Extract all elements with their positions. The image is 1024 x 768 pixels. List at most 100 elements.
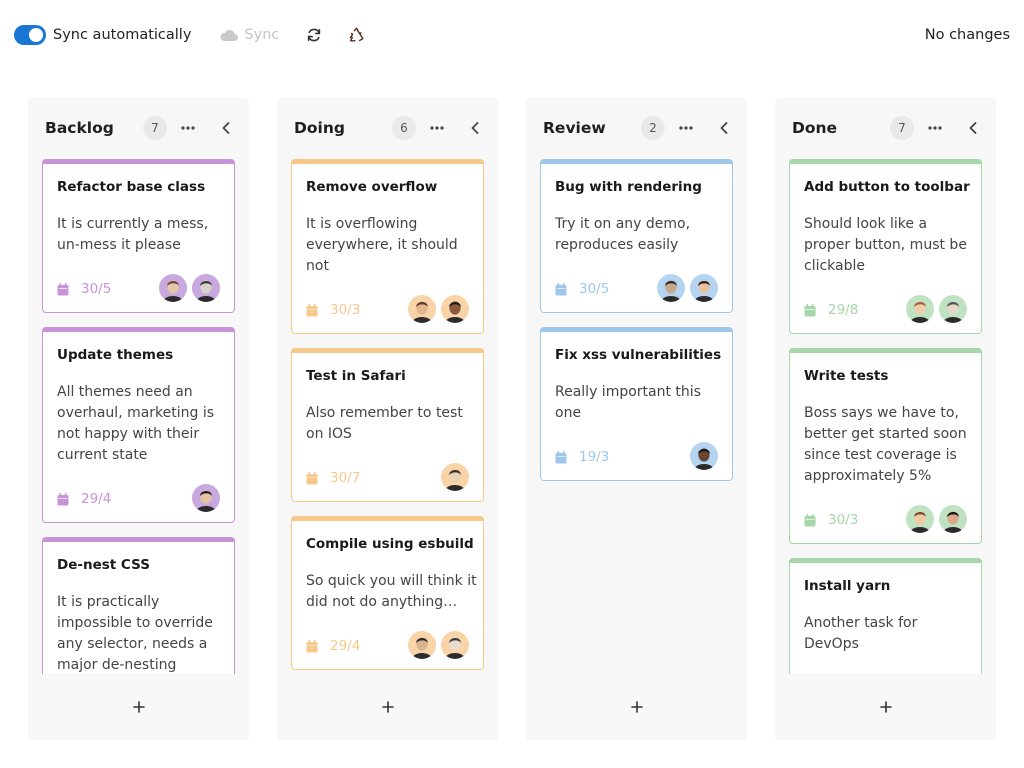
calendar-icon [804, 303, 816, 316]
column-collapse-button[interactable] [715, 119, 733, 137]
ellipsis-icon [181, 126, 195, 130]
calendar-icon [306, 639, 318, 652]
avatar [192, 274, 220, 302]
task-card[interactable]: Test in Safari Also remember to test on I… [291, 348, 484, 502]
toolbar: Sync automatically Sync No changes [14, 20, 1010, 50]
due-date-text: 30/5 [81, 281, 112, 297]
assignee-avatars [403, 295, 469, 323]
column-menu-button[interactable] [926, 119, 944, 137]
calendar-icon [306, 303, 318, 316]
card-due-date: 19/3 [555, 449, 609, 465]
recycle-button[interactable] [345, 24, 367, 46]
due-date-text: 29/4 [81, 491, 112, 507]
avatar [939, 505, 967, 533]
ellipsis-icon [430, 126, 444, 130]
card-title: Write tests [804, 368, 889, 384]
calendar-icon [555, 282, 567, 295]
card-description: So quick you will think it did not do an… [306, 573, 477, 610]
ellipsis-icon [928, 126, 942, 130]
column-collapse-button[interactable] [217, 119, 235, 137]
sync-label: Sync [244, 27, 280, 43]
column-count-badge: 7 [143, 116, 167, 140]
add-card-button[interactable] [28, 698, 249, 716]
card-due-date: 29/8 [804, 302, 858, 318]
task-card[interactable]: Remove overflow It is overflowing everywh… [291, 159, 484, 334]
task-card[interactable]: Compile using esbuild So quick you will t… [291, 516, 484, 670]
column-menu-button[interactable] [179, 119, 197, 137]
column-collapse-button[interactable] [466, 119, 484, 137]
refresh-button[interactable] [303, 24, 325, 46]
column-count-badge: 6 [392, 116, 416, 140]
avatar [441, 295, 469, 323]
task-card[interactable]: Install yarn Another task for DevOps [789, 558, 982, 674]
sync-status: No changes [924, 27, 1010, 43]
assignee-avatars [403, 631, 469, 659]
board-column-0: Backlog 7 Refactor base class It is current… [28, 98, 249, 740]
task-card[interactable]: Update themes All themes need an overhaul… [42, 327, 235, 523]
calendar-icon [57, 282, 69, 295]
calendar-icon [804, 513, 816, 526]
assignee-avatars [652, 274, 718, 302]
card-due-date: 30/7 [306, 470, 360, 486]
due-date-text: 30/3 [330, 302, 361, 318]
card-description: Should look like a proper button, must b… [804, 216, 967, 274]
card-description: It is overflowing everywhere, it should … [306, 216, 458, 274]
assignee-avatars [901, 295, 967, 323]
calendar-icon [57, 492, 69, 505]
chevron-left-icon [969, 122, 977, 134]
due-date-text: 29/8 [828, 302, 859, 318]
auto-sync-toggle[interactable] [14, 25, 46, 45]
avatar [159, 274, 187, 302]
assignee-avatars [187, 484, 220, 512]
card-description: All themes need an overhaul, marketing i… [57, 384, 215, 463]
due-date-text: 30/3 [828, 512, 859, 528]
column-menu-button[interactable] [428, 119, 446, 137]
task-card[interactable]: De-nest CSS It is practically impossible … [42, 537, 235, 674]
avatar [441, 463, 469, 491]
assignee-avatars [901, 505, 967, 533]
card-description: Try it on any demo, reproduces easily [555, 216, 691, 253]
avatar [192, 484, 220, 512]
column-header: Done 7 [792, 116, 982, 140]
column-header: Review 2 [543, 116, 733, 140]
column-collapse-button[interactable] [964, 119, 982, 137]
card-description: Really important this one [555, 384, 701, 421]
avatar [906, 505, 934, 533]
add-card-button[interactable] [775, 698, 996, 716]
due-date-text: 30/5 [579, 281, 610, 297]
task-card[interactable]: Bug with rendering Try it on any demo, re… [540, 159, 733, 313]
calendar-icon [555, 450, 567, 463]
column-title: Doing [294, 119, 345, 137]
task-card[interactable]: Write tests Boss says we have to, better … [789, 348, 982, 544]
card-description: It is practically impossible to override… [57, 594, 213, 673]
column-title: Done [792, 119, 838, 137]
column-menu-button[interactable] [677, 119, 695, 137]
card-title: Remove overflow [306, 179, 438, 195]
task-card[interactable]: Add button to toolbar Should look like a … [789, 159, 982, 334]
plus-icon [630, 701, 643, 713]
assignee-avatars [436, 463, 469, 491]
card-description: It is currently a mess, un-mess it pleas… [57, 216, 209, 253]
chevron-left-icon [720, 122, 728, 134]
task-card[interactable]: Fix xss vulnerabilities Really important … [540, 327, 733, 481]
add-card-button[interactable] [277, 698, 498, 716]
card-title: Refactor base class [57, 179, 206, 195]
column-count-badge: 2 [641, 116, 665, 140]
calendar-icon [306, 471, 318, 484]
ellipsis-icon [679, 126, 693, 130]
task-card[interactable]: Refactor base class It is currently a mes… [42, 159, 235, 313]
add-card-button[interactable] [526, 698, 747, 716]
avatar [441, 631, 469, 659]
due-date-text: 19/3 [579, 449, 610, 465]
card-list: Refactor base class It is currently a mes… [42, 159, 235, 674]
avatar [939, 295, 967, 323]
column-count-badge: 7 [890, 116, 914, 140]
card-description: Also remember to test on IOS [306, 405, 463, 442]
auto-sync-label: Sync automatically [53, 27, 192, 43]
plus-icon [381, 701, 394, 713]
column-title: Review [543, 119, 606, 137]
sync-button[interactable]: Sync [219, 27, 279, 43]
due-date-text: 30/7 [330, 470, 361, 486]
card-description: Another task for DevOps [804, 615, 918, 652]
card-title: Update themes [57, 347, 174, 363]
